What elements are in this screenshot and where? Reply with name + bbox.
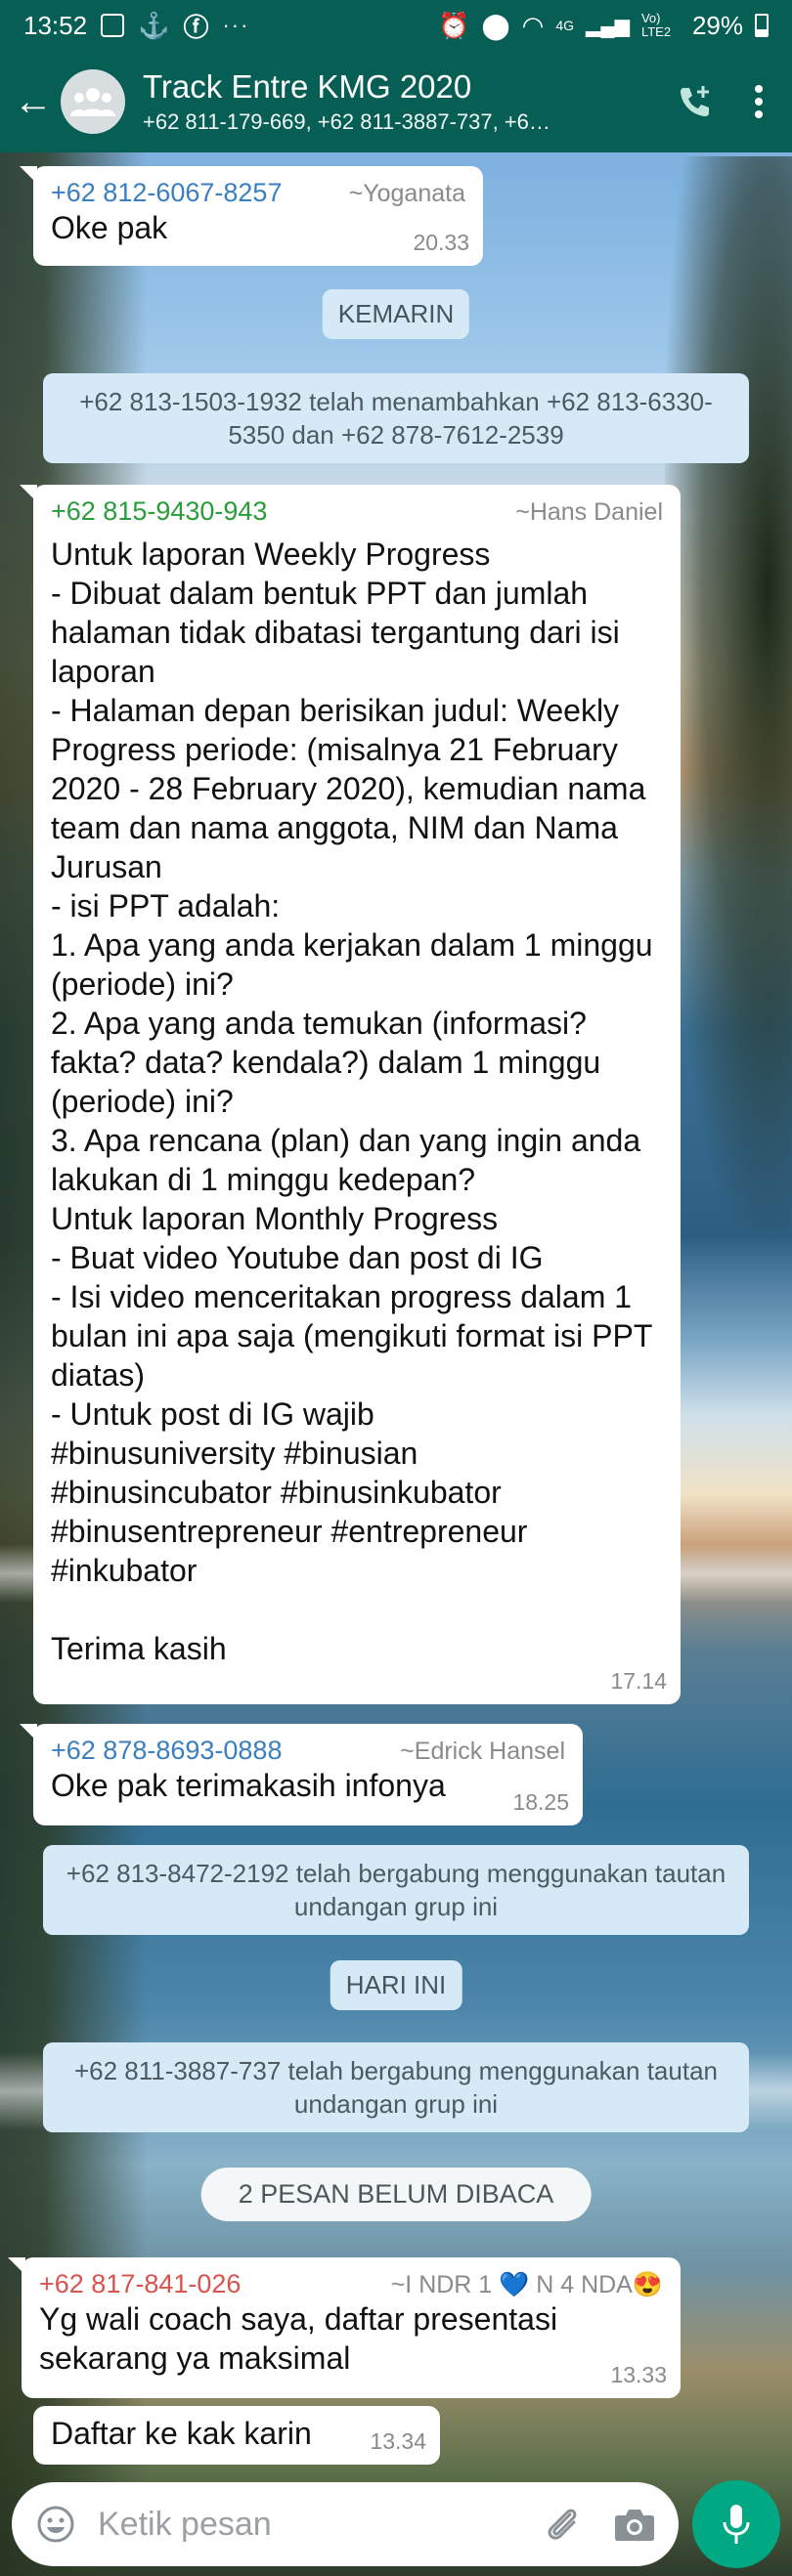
group-avatar[interactable] [61,69,125,134]
voice-message-button[interactable] [692,2480,780,2568]
add-call-button[interactable] [661,51,729,152]
message-bubble[interactable]: +62 815-9430-943 ~Hans Daniel Untuk lapo… [20,485,681,1704]
more-icon [755,85,763,118]
wallpaper-tree-right [665,156,792,1231]
sender-phone[interactable]: +62 815-9430-943 [51,496,267,527]
message-text: Oke pak [51,210,168,245]
system-message: +62 813-8472-2192 telah bergabung menggu… [43,1845,749,1935]
group-participants: +62 811-179-669, +62 811-3887-737, +6… [143,109,550,134]
facebook-notification-icon: ⓕ [183,12,209,42]
attach-icon [548,2509,577,2540]
sender-alias: ~Yoganata [348,180,465,207]
unread-messages-divider: 2 PESAN BELUM DIBACA [200,2168,592,2221]
location-icon: ⬤ [481,10,510,40]
emoji-button[interactable] [31,2500,80,2549]
group-avatar-icon [70,88,115,116]
emoji-icon [37,2506,74,2543]
battery-percent: 29% [691,10,743,40]
attach-button[interactable] [538,2500,587,2549]
status-time: 13:52 [23,10,88,40]
message-text: Untuk laporan Weekly Progress - Dibuat d… [51,537,653,1666]
message-bubble[interactable]: Daftar ke kak karin 13.34 [33,2406,440,2465]
date-divider: HARI INI [330,1960,462,2010]
message-input[interactable]: Ketik pesan [98,2506,538,2544]
sender-alias: ~Hans Daniel [515,498,663,526]
system-message: +62 811-3887-737 telah bergabung menggun… [43,2042,749,2132]
mic-icon [723,2505,750,2544]
back-arrow-icon: ← [14,79,53,123]
back-button[interactable]: ← [6,51,61,152]
message-bubble[interactable]: +62 878-8693-0888 ~Edrick Hansel Oke pak… [20,1724,583,1825]
volte-label: Vo) LTE2 [640,11,672,39]
signal-icon: ▂▄▆ [586,15,630,37]
message-text: Yg wali coach saya, daftar presentasi se… [39,2301,566,2376]
alarm-icon: ⏰ [438,10,470,40]
message-text: Daftar ke kak karin [51,2416,312,2451]
status-bar: 13:52 ⚓ ⓕ ··· ⏰ ⬤ ◠ 4G ▂▄▆ Vo) LTE2 29% [0,0,792,51]
message-text: Oke pak terimakasih infonya [51,1768,446,1803]
group-title: Track Entre KMG 2020 [143,68,472,105]
network-type: 4G [555,18,575,33]
chat-header: ← Track Entre KMG 2020 +62 811-179-669, … [0,51,792,152]
message-time: 18.25 [512,1789,569,1815]
message-bubble[interactable]: +62 817-841-026 ~I NDR 1 💙 N 4 NDA😍 Yg w… [8,2257,681,2398]
more-options-button[interactable] [729,51,788,152]
anchor-notification-icon: ⚓ [138,10,170,40]
message-bubble[interactable]: +62 812-6067-8257 ~Yoganata Oke pak 20.3… [20,166,483,266]
message-time: 17.14 [610,1668,667,1694]
date-divider: KEMARIN [322,289,470,339]
sender-alias: ~Edrick Hansel [400,1738,565,1765]
wifi-icon: ◠ [521,10,545,40]
sender-alias: ~I NDR 1 💙 N 4 NDA😍 [390,2271,663,2298]
battery-icon [755,14,769,37]
camera-icon [615,2510,654,2541]
sender-phone[interactable]: +62 878-8693-0888 [51,1736,282,1766]
sender-phone[interactable]: +62 812-6067-8257 [51,178,282,208]
message-time: 20.33 [413,230,469,255]
sender-phone[interactable]: +62 817-841-026 [39,2269,241,2299]
system-message: +62 813-1503-1932 telah menambahkan +62 … [43,373,749,463]
message-time: 13.34 [370,2428,426,2454]
add-call-icon [681,86,709,116]
message-composer: Ketik pesan [12,2482,679,2566]
message-time: 13.33 [610,2362,667,2387]
chat-info[interactable]: Track Entre KMG 2020 +62 811-179-669, +6… [143,68,661,135]
more-notifications-icon: ··· [222,13,250,37]
gallery-notification-icon [101,14,125,37]
camera-button[interactable] [610,2500,659,2549]
